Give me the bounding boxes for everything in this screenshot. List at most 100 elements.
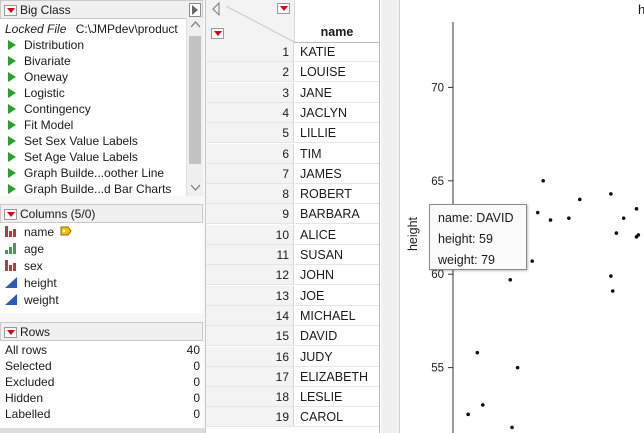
table-menu-icon[interactable] (4, 5, 17, 16)
table-cell[interactable]: JANE (295, 83, 379, 103)
row-number[interactable]: 4 (206, 102, 294, 123)
table-cell[interactable]: SUSAN (295, 245, 379, 265)
table-cell[interactable]: DAVID (295, 326, 379, 347)
column-item-height[interactable]: height (5, 275, 57, 292)
script-item[interactable]: Graph Builde...oother Line (8, 165, 164, 181)
data-point[interactable] (466, 412, 470, 417)
script-item[interactable]: Contingency (8, 101, 91, 117)
data-point[interactable] (541, 178, 545, 183)
column-item-name[interactable]: name (5, 224, 72, 241)
row-number[interactable]: 11 (206, 245, 294, 265)
data-point[interactable] (609, 192, 613, 196)
script-item[interactable]: Fit Model (8, 117, 73, 133)
column-item-weight[interactable]: weight (5, 292, 59, 309)
rows-panel-header[interactable]: Rows (0, 322, 203, 341)
data-point[interactable] (634, 207, 639, 211)
data-point[interactable] (614, 231, 619, 235)
rows-summary-item: All rows 40 (5, 342, 200, 358)
data-point[interactable] (634, 235, 639, 239)
script-item[interactable]: Bivariate (8, 53, 71, 69)
rows-menu-icon[interactable] (4, 327, 17, 338)
scripts-scrollbar[interactable] (186, 18, 203, 196)
row-number[interactable]: 17 (206, 366, 294, 387)
data-point[interactable] (515, 365, 520, 370)
data-point[interactable] (610, 289, 615, 293)
table-cell[interactable]: JOE (295, 286, 379, 306)
table-cell[interactable]: CAROL (295, 407, 379, 428)
data-point[interactable] (475, 350, 480, 355)
table-cell[interactable]: TIM (295, 144, 379, 164)
row-number[interactable]: 19 (206, 407, 294, 428)
table-cell[interactable]: JAMES (295, 164, 379, 184)
row-number[interactable]: 14 (206, 305, 294, 326)
row-number[interactable]: 6 (206, 143, 294, 164)
data-point[interactable] (609, 274, 613, 278)
row-number[interactable]: 15 (206, 326, 294, 347)
table-cell[interactable]: ROBERT (295, 184, 379, 205)
row-state-label: Selected (5, 359, 52, 373)
script-item[interactable]: Set Sex Value Labels (8, 133, 138, 149)
data-point[interactable] (548, 218, 553, 222)
table-cell[interactable]: MICHAEL (295, 306, 379, 326)
label-tag-icon (60, 226, 72, 236)
collapse-left-icon[interactable] (211, 2, 221, 16)
table-cell[interactable]: KATIE (295, 42, 379, 62)
table-cell[interactable]: JOHN (295, 265, 379, 286)
table-cell[interactable]: LOUISE (295, 62, 379, 83)
scrollbar-thumb[interactable] (189, 36, 201, 164)
table-cell[interactable]: JUDY (295, 347, 379, 367)
splitter-bar[interactable] (0, 428, 205, 433)
row-number[interactable]: 10 (206, 224, 294, 245)
data-point[interactable] (577, 197, 582, 202)
script-item[interactable]: Oneway (8, 69, 68, 85)
data-point[interactable] (567, 216, 571, 220)
row-number[interactable]: 1 (206, 42, 294, 62)
column-item-age[interactable]: age (5, 241, 44, 258)
columns-list: name age sex height weight (0, 223, 203, 313)
table-cell[interactable]: JACLYN (295, 103, 379, 123)
scroll-down-icon[interactable] (191, 184, 200, 191)
locked-file-row: Locked File C:\JMPdev\product (5, 21, 178, 37)
row-state-value: 40 (186, 343, 200, 357)
row-number[interactable]: 13 (206, 285, 294, 306)
data-point[interactable] (530, 259, 534, 263)
column-item-sex[interactable]: sex (5, 258, 43, 275)
row-number[interactable]: 7 (206, 163, 294, 184)
table-panel-header[interactable]: Big Class (0, 0, 203, 19)
row-number[interactable]: 5 (206, 123, 294, 144)
data-point[interactable] (535, 210, 540, 215)
column-header-label: name (320, 25, 354, 39)
columns-panel-header[interactable]: Columns (5/0) (0, 204, 203, 223)
rows-header-menu-icon[interactable] (211, 28, 224, 39)
column-header-name[interactable]: name (295, 0, 379, 43)
table-cell[interactable]: LESLIE (295, 387, 379, 408)
table-cell[interactable]: ELIZABETH (295, 367, 379, 387)
table-cell[interactable]: ALICE (295, 225, 379, 245)
row-number[interactable]: 16 (206, 346, 294, 367)
script-item[interactable]: Logistic (8, 85, 65, 101)
columns-menu-icon[interactable] (4, 209, 17, 220)
file-path: C:\JMPdev\product (75, 22, 178, 36)
row-number[interactable]: 12 (206, 265, 294, 286)
table-cell[interactable]: BARBARA (295, 204, 379, 225)
script-item[interactable]: Graph Builde...d Bar Charts (8, 181, 171, 197)
row-number[interactable]: 18 (206, 387, 294, 408)
data-point[interactable] (510, 425, 514, 430)
script-label: Set Age Value Labels (24, 150, 138, 164)
row-number[interactable]: 2 (206, 62, 294, 83)
data-point[interactable] (480, 403, 485, 407)
row-number[interactable]: 9 (206, 204, 294, 225)
data-point[interactable] (508, 278, 513, 282)
collapse-arrow-icon[interactable] (189, 3, 201, 17)
row-state-label: All rows (5, 343, 48, 357)
run-script-icon (8, 151, 16, 162)
script-item[interactable]: Distribution (8, 37, 84, 53)
row-number[interactable]: 8 (206, 184, 294, 205)
locked-label: Locked File (5, 22, 67, 36)
row-number[interactable]: 3 (206, 82, 294, 103)
table-cell[interactable]: LILLIE (295, 123, 379, 144)
script-item[interactable]: Set Age Value Labels (8, 149, 138, 165)
scroll-up-icon[interactable] (191, 21, 200, 28)
column-label: weight (24, 293, 59, 307)
data-point[interactable] (621, 216, 626, 220)
